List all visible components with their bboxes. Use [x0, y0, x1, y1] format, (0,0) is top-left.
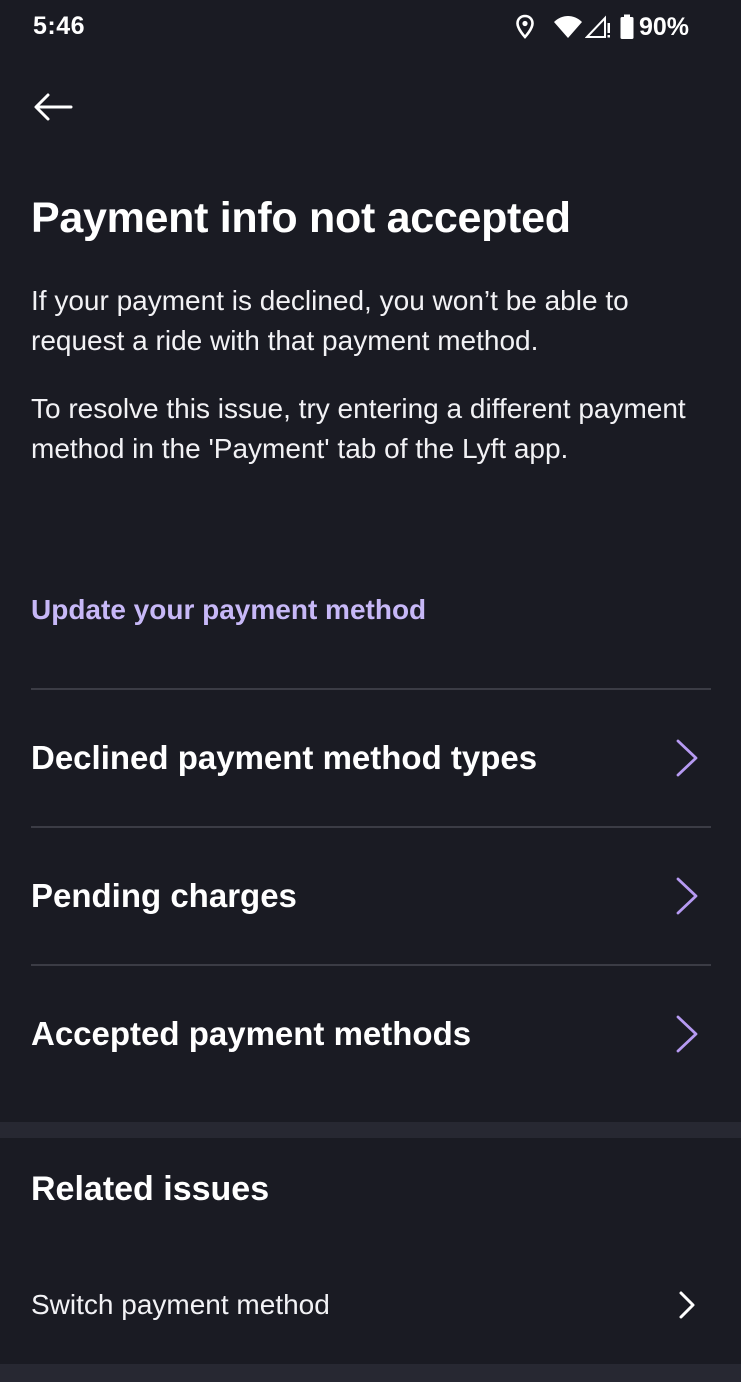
signal-icon: [584, 15, 611, 39]
topic-row-accepted-payment-methods[interactable]: Accepted payment methods: [31, 966, 711, 1102]
wifi-icon: [553, 15, 583, 39]
section-separator: [0, 1364, 741, 1382]
status-icons: 90%: [515, 12, 689, 42]
chevron-right-icon: [667, 874, 707, 918]
related-item-switch-payment-method[interactable]: Switch payment method: [31, 1270, 711, 1340]
section-separator: [0, 1122, 741, 1138]
back-button[interactable]: [26, 80, 80, 134]
chevron-right-icon: [667, 1283, 707, 1327]
related-item-label: Switch payment method: [31, 1289, 330, 1320]
status-bar: 5:46 90%: [0, 0, 741, 56]
chevron-right-icon: [667, 736, 707, 780]
arrow-left-icon: [33, 92, 73, 122]
topic-row-pending-charges[interactable]: Pending charges: [31, 828, 711, 964]
update-payment-method-link[interactable]: Update your payment method: [31, 594, 426, 626]
battery-percentage: 90%: [638, 12, 689, 41]
related-issues-heading: Related issues: [31, 1170, 270, 1208]
topic-row-declined-payment-method-types[interactable]: Declined payment method types: [31, 690, 711, 826]
body-paragraph-2: To resolve this issue, try entering a di…: [31, 393, 686, 464]
page-title: Payment info not accepted: [31, 194, 571, 242]
topic-label: Declined payment method types: [31, 739, 538, 776]
status-time: 5:46: [33, 12, 86, 40]
topic-label: Accepted payment methods: [31, 1015, 472, 1052]
battery-icon: [619, 14, 635, 40]
location-icon: [515, 14, 535, 40]
body-paragraph-1: If your payment is declined, you won’t b…: [31, 285, 629, 356]
chevron-right-icon: [667, 1012, 707, 1056]
topic-label: Pending charges: [31, 877, 297, 914]
